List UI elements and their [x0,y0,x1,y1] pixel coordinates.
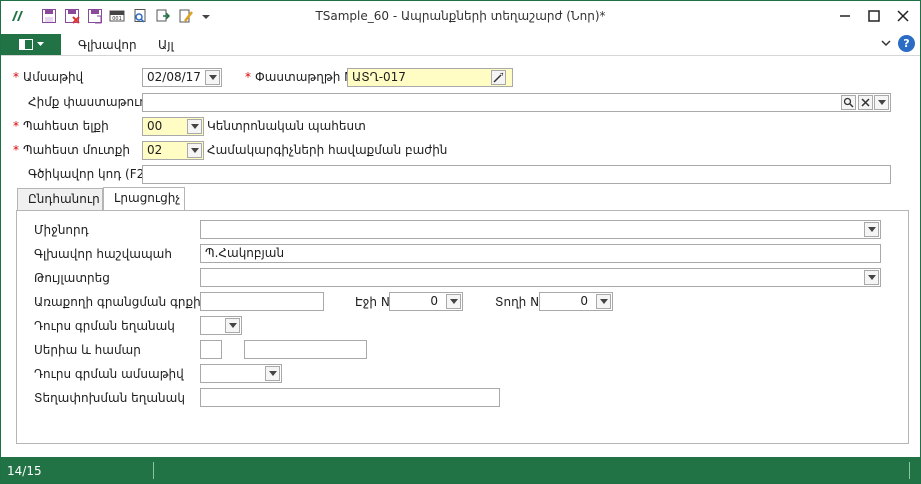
chief-accountant-field[interactable]: Պ.Հակոբյան [200,244,881,263]
export-icon[interactable]: 001 [109,8,125,24]
transport-form-label: Տեղափոխման եղանակ [34,391,185,405]
clear-icon[interactable] [858,95,873,110]
intermediary-dropdown[interactable] [864,222,879,237]
chief-accountant-label: Գլխավոր հաշվապահ [34,247,172,261]
ribbon: Գլխավոր Այլ ? [1,34,920,56]
date-field[interactable]: 02/08/17 [142,68,222,87]
tab-additional[interactable]: Լրացուցիչ [103,187,185,210]
warehouse-in-field[interactable]: 02 [142,141,204,160]
row-no-label: Տողի N [495,295,540,309]
help-icon[interactable]: ? [898,35,915,52]
status-bar: 14/15 [1,457,920,483]
minimize-button[interactable] [832,4,858,28]
issue-date-label: Դուրս գրման ամսաթիվ [34,367,184,381]
preview-icon[interactable] [132,8,148,24]
comment-field[interactable] [142,165,891,184]
customize-chevron-icon[interactable] [201,8,211,24]
issue-form-field[interactable] [200,316,242,335]
reg-book-field[interactable] [200,292,324,311]
comment-label: Գծիկավոր կոդ (F2) [28,167,149,181]
save-as-icon[interactable] [87,8,103,24]
close-icon [897,10,909,22]
row-no-dropdown[interactable] [596,294,611,309]
date-dropdown[interactable] [205,70,220,85]
save-close-icon[interactable] [64,8,80,24]
warehouse-out-label: * Պահեստ ելքի [13,119,109,133]
svg-text:001: 001 [112,16,122,22]
transport-form-field[interactable] [200,388,500,407]
base-document-dropdown[interactable] [874,95,889,110]
warehouse-out-field[interactable]: 00 [142,117,204,136]
ribbon-tab-main[interactable]: Գլխավոր [78,38,137,52]
permitted-by-field[interactable] [200,268,881,287]
panel-icon [18,39,33,50]
warehouse-out-dropdown[interactable] [187,119,202,134]
file-menu-button[interactable] [1,34,61,55]
warehouse-out-name: Կենտրոնական պահեստ [207,119,366,133]
doc-number-field[interactable]: ԱՏՂ-017 [347,68,513,87]
base-document-label: Հիմք փաստաթուղթ [28,95,156,109]
maximize-icon [868,10,880,22]
series-field[interactable] [200,340,222,359]
intermediary-field[interactable] [200,220,881,239]
page-no-dropdown[interactable] [446,294,461,309]
warehouse-in-dropdown[interactable] [187,143,202,158]
copy-icon[interactable] [155,8,171,24]
page-no-field[interactable]: 0 [389,292,463,311]
issue-form-label: Դուրս գրման եղանակ [34,319,175,333]
status-divider-right [909,462,910,479]
permitted-by-label: Թույլատրեց [34,271,110,285]
number-field[interactable] [244,340,367,359]
row-no-field[interactable]: 0 [539,292,613,311]
page-no-label: Էջի N [355,295,390,309]
warehouse-in-name: Համակարգիչների հավաքման բաժին [207,143,448,157]
chevron-down-icon [36,42,44,46]
doc-number-label: * Փաստաթղթի N [245,70,354,84]
maximize-button[interactable] [861,4,887,28]
close-button[interactable] [890,4,916,28]
series-number-label: Սերիա և համար [34,343,141,357]
minimize-icon [840,15,850,17]
intermediary-label: Միջնորդ [34,223,89,237]
page-indicator: 14/15 [7,464,42,478]
search-icon[interactable] [841,95,856,110]
app-logo-icon [12,11,23,21]
issue-date-field[interactable]: / / [200,364,282,383]
ribbon-tab-other[interactable]: Այլ [158,38,174,52]
title-bar: 001 TSample_60 - Ապրանքների տեղաշարժ (Նո… [1,1,920,32]
issue-date-dropdown[interactable] [265,366,280,381]
wand-icon[interactable] [491,70,506,85]
collapse-ribbon-icon[interactable] [881,36,891,50]
tab-general[interactable]: Ընդհանուր [17,188,103,210]
permitted-by-dropdown[interactable] [864,270,879,285]
save-icon[interactable] [41,8,57,24]
edit-icon[interactable] [178,8,194,24]
reg-book-label: Առաքողի գրանցման գրքի N [34,295,214,309]
base-document-field[interactable] [142,93,891,112]
warehouse-in-label: * Պահեստ մուտքի [13,143,130,157]
app-window: 001 TSample_60 - Ապրանքների տեղաշարժ (Նո… [0,0,921,484]
status-divider [153,462,154,479]
issue-form-dropdown[interactable] [225,318,240,333]
date-label: * Ամսաթիվ [13,70,84,84]
